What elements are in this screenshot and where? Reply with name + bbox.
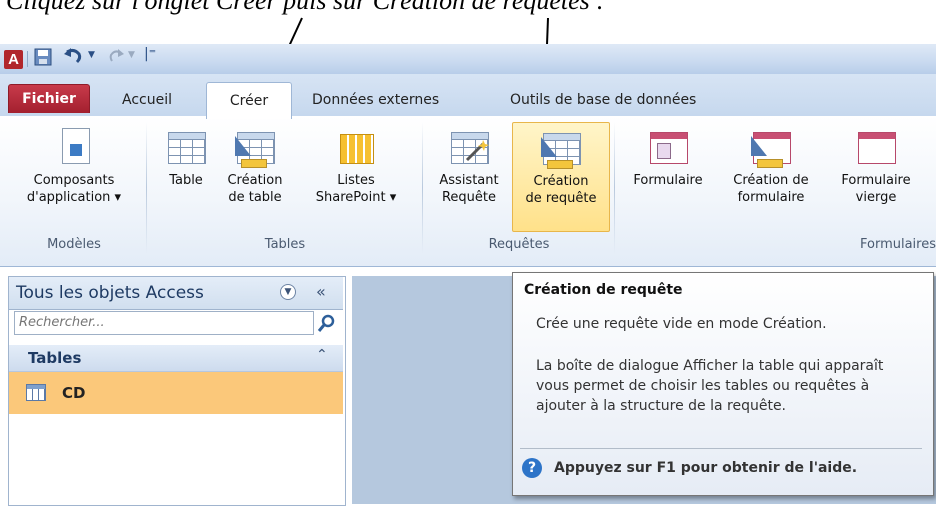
tab-home[interactable]: Accueil <box>116 86 178 114</box>
undo-icon[interactable] <box>62 46 84 70</box>
list-item-cd[interactable] <box>9 372 343 414</box>
query-wizard-icon <box>449 128 489 168</box>
tooltip-title: Création de requête <box>524 282 683 298</box>
tab-database-tools[interactable]: Outils de base de données <box>504 86 702 114</box>
table-button[interactable]: Table <box>160 122 212 189</box>
redo-dropdown-icon[interactable]: ▼ <box>128 50 135 60</box>
group-label-models: Modèles <box>47 237 101 252</box>
tooltip-details: La boîte de dialogue Afficher la table q… <box>536 358 884 414</box>
table-icon <box>26 384 46 401</box>
access-app-icon[interactable]: A <box>4 50 23 69</box>
group-separator <box>146 122 147 254</box>
undo-dropdown-icon[interactable]: ▼ <box>88 50 95 60</box>
redo-icon[interactable] <box>106 46 126 70</box>
collapse-pane-icon[interactable]: « <box>316 282 326 301</box>
tab-external-data[interactable]: Données externes <box>306 86 445 114</box>
tooltip-divider <box>520 448 922 449</box>
search-icon[interactable] <box>316 312 338 334</box>
table-design-icon <box>235 128 275 168</box>
quick-access-separator <box>27 51 28 67</box>
search-input[interactable] <box>14 311 314 335</box>
nav-group-label: Tables <box>28 349 82 367</box>
group-label-tables: Tables <box>264 237 306 252</box>
blank-form-button[interactable]: Formulaire vierge <box>826 122 926 206</box>
application-parts-icon <box>54 128 94 168</box>
instruction-caption: Cliquez sur l'onglet Créer puis sur Créa… <box>6 0 605 15</box>
chevron-down-icon[interactable]: ▼ <box>280 284 296 300</box>
tooltip-description: Crée une requête vide en mode Création. <box>536 316 827 332</box>
query-wizard-button[interactable]: Assistant Requête <box>428 122 510 206</box>
tab-file[interactable]: Fichier <box>8 84 90 113</box>
form-icon <box>648 128 688 168</box>
sharepoint-lists-button[interactable]: Listes SharePoint ▾ <box>300 122 412 206</box>
group-label-forms: Formulaires <box>859 237 936 252</box>
title-bar <box>0 44 936 74</box>
save-icon[interactable] <box>34 48 52 70</box>
group-separator <box>422 122 423 254</box>
application-parts-button[interactable]: Composants d'application ▾ <box>6 122 142 206</box>
sharepoint-lists-icon <box>336 128 376 168</box>
group-separator <box>614 122 615 254</box>
blank-form-icon <box>856 128 896 168</box>
help-icon: ? <box>522 458 542 478</box>
form-button[interactable]: Formulaire <box>622 122 714 189</box>
query-design-icon <box>541 129 581 169</box>
table-icon <box>166 128 206 168</box>
form-design-icon <box>751 128 791 168</box>
tab-create[interactable]: Créer <box>206 82 292 119</box>
form-design-button[interactable]: Création de formulaire <box>718 122 824 206</box>
navigation-pane-title[interactable]: Tous les objets Access <box>16 277 204 309</box>
group-label-queries: Requêtes <box>488 237 550 252</box>
table-design-button[interactable]: Création de table <box>218 122 292 206</box>
list-item-label: CD <box>62 384 86 402</box>
customize-quick-access-icon[interactable]: |⁼ <box>144 46 156 62</box>
chevron-up-icon[interactable]: ⌃ <box>316 347 328 363</box>
query-design-button[interactable]: Création de requête <box>512 122 610 232</box>
tooltip-help-text: Appuyez sur F1 pour obtenir de l'aide. <box>554 460 858 476</box>
